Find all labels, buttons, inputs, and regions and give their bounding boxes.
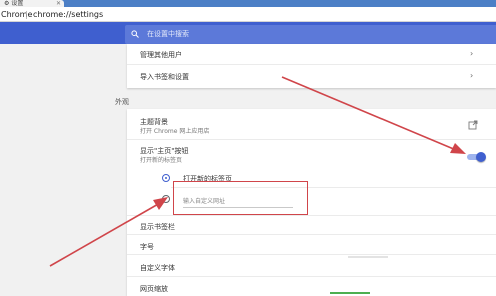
home-button-subtitle: 打开新的标签页 <box>140 157 183 164</box>
custom-url-radio[interactable] <box>162 195 170 203</box>
search-input[interactable]: 在设置中搜索 <box>125 25 496 44</box>
screenshot: ⚙ 设置 ✕ Chrome | chrome://settings 在设置中搜索 … <box>0 0 496 296</box>
toggle-thumb <box>476 152 486 162</box>
font-size-row[interactable]: 字号 <box>127 235 496 255</box>
chevron-right-icon: › <box>470 71 474 80</box>
chevron-right-icon: › <box>470 49 474 58</box>
address-separator: | <box>25 10 28 19</box>
bookmarks-bar-title: 显示书签栏 <box>140 223 175 231</box>
manage-other-users-row[interactable]: 管理其他用户 › <box>127 44 496 65</box>
import-bookmarks-row[interactable]: 导入书签和设置 › <box>127 65 496 88</box>
open-external-icon[interactable] <box>468 120 478 130</box>
font-size-title: 字号 <box>140 243 154 251</box>
appearance-section-title: 外观 <box>115 98 129 106</box>
page-zoom-row[interactable]: 网页缩放 <box>127 277 496 296</box>
search-icon <box>131 30 139 38</box>
address-bar[interactable]: Chrome | chrome://settings <box>0 7 496 22</box>
custom-fonts-row[interactable]: 自定义字体 <box>127 255 496 277</box>
new-tab-radio[interactable] <box>162 174 170 182</box>
bookmarks-bar-row[interactable]: 显示书签栏 <box>127 215 496 235</box>
font-size-dropdown-underline <box>348 256 388 258</box>
close-icon[interactable]: ✕ <box>56 0 61 7</box>
theme-row[interactable]: 主题背景 打开 Chrome 网上应用店 <box>127 109 496 140</box>
import-bookmarks-label: 导入书签和设置 <box>140 73 189 81</box>
theme-subtitle: 打开 Chrome 网上应用店 <box>140 128 210 135</box>
annotation-box <box>173 181 308 215</box>
custom-fonts-title: 自定义字体 <box>140 264 175 272</box>
home-button-toggle[interactable] <box>465 152 486 162</box>
page-zoom-dropdown-underline <box>330 292 370 294</box>
manage-other-users-label: 管理其他用户 <box>140 51 182 59</box>
page-zoom-title: 网页缩放 <box>140 285 168 293</box>
tab-settings[interactable]: ⚙ 设置 ✕ <box>0 0 64 7</box>
tab-title: 设置 <box>11 0 24 7</box>
address-url[interactable]: chrome://settings <box>33 7 103 22</box>
gear-icon: ⚙ <box>4 0 10 7</box>
search-placeholder: 在设置中搜索 <box>147 30 189 38</box>
home-button-row: 显示"主页"按钮 打开新的标签页 <box>127 140 496 169</box>
people-card: 管理其他用户 › 导入书签和设置 › <box>127 44 496 88</box>
tab-strip: ⚙ 设置 ✕ <box>0 0 496 7</box>
